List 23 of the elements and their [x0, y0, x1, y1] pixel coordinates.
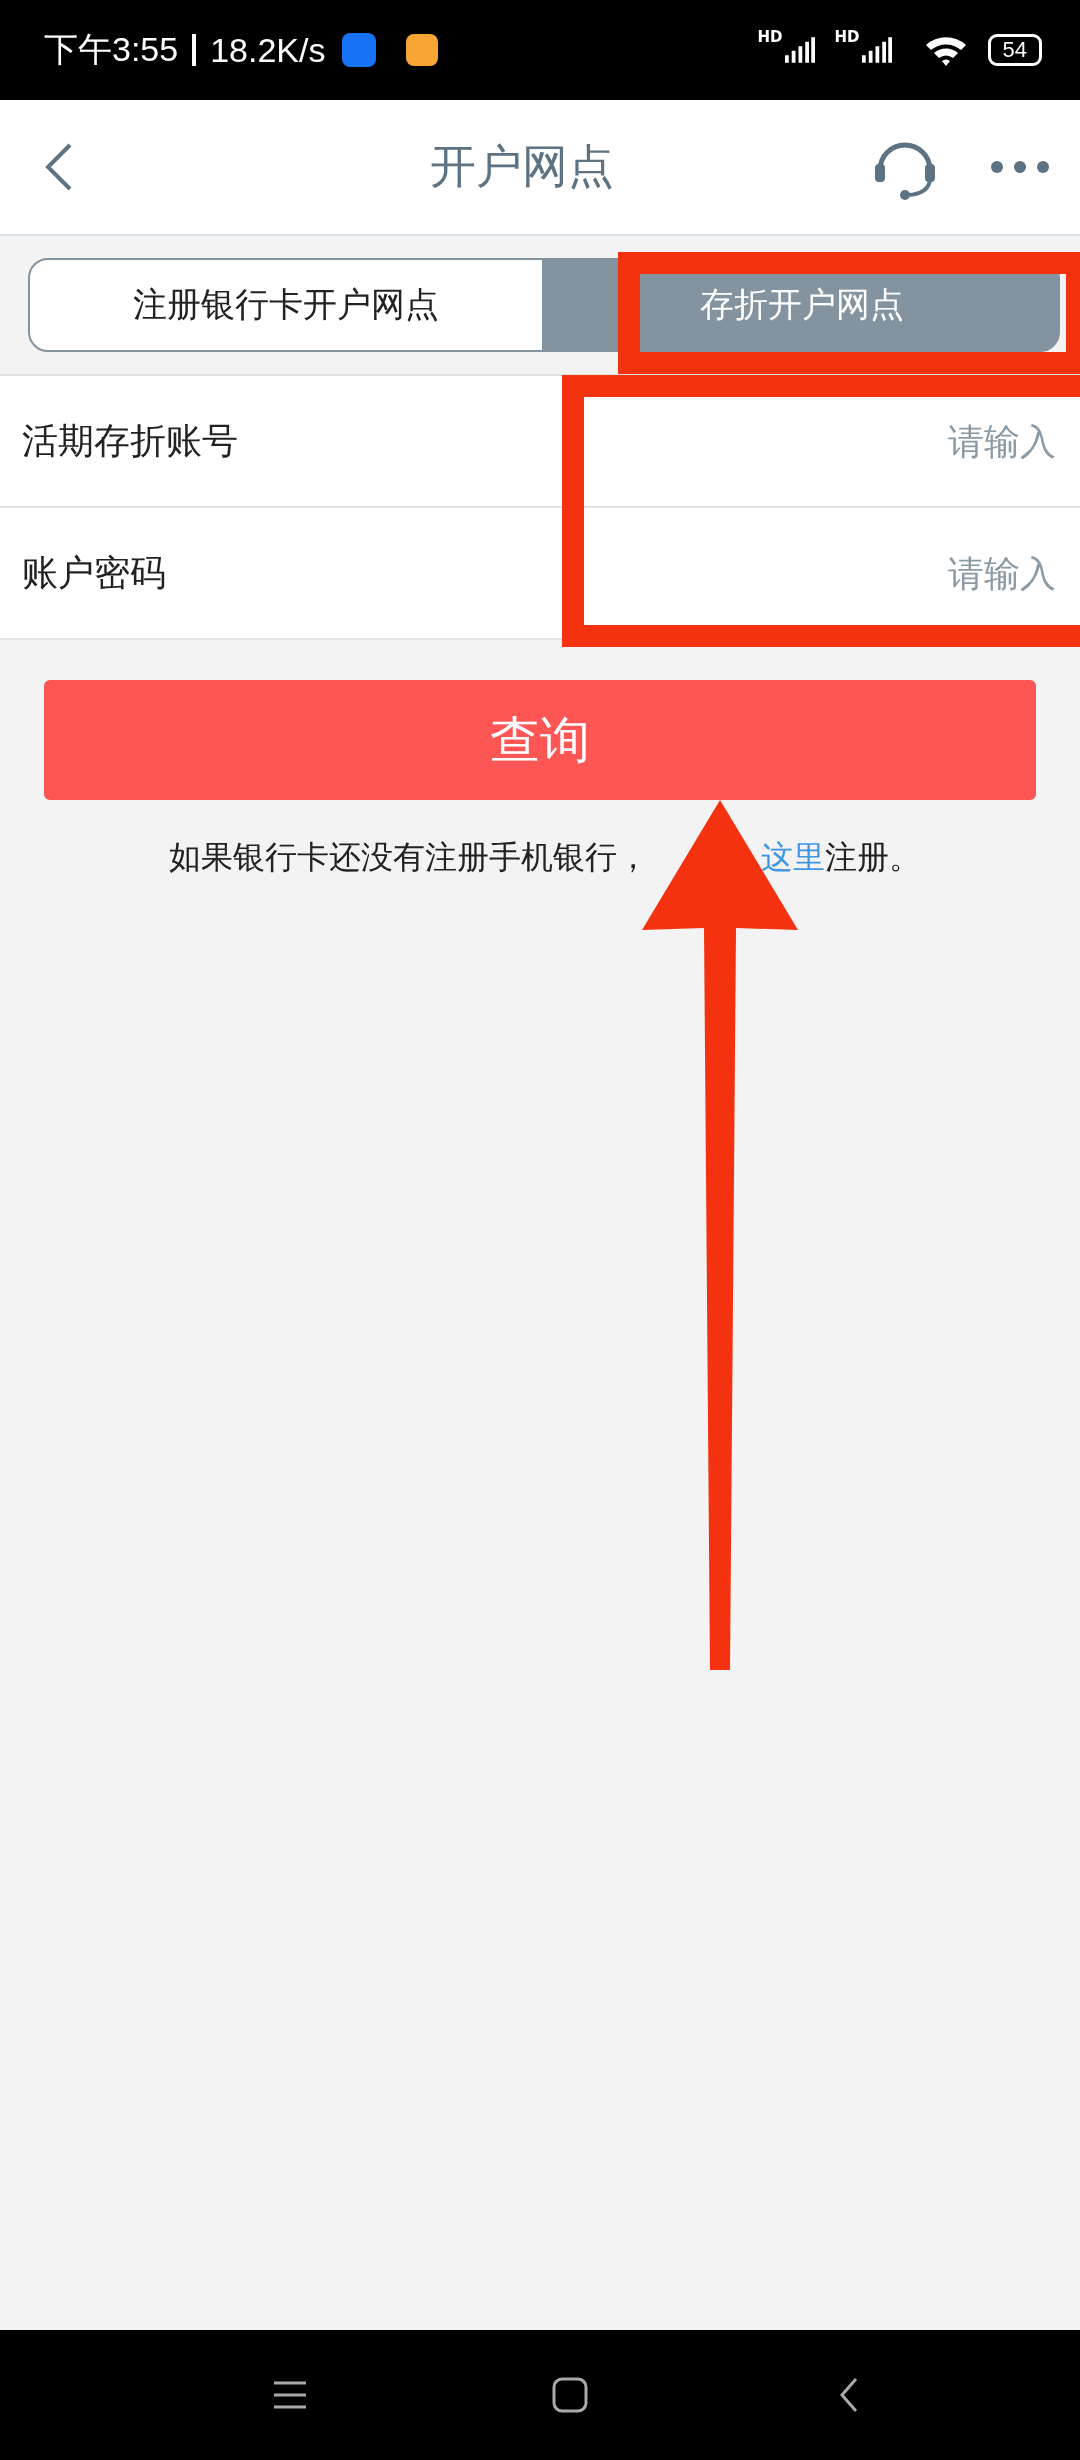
field-label: 活期存折账号 [22, 418, 238, 463]
app-notification-icon [405, 34, 438, 66]
home-icon[interactable] [550, 2375, 590, 2415]
input-field[interactable]: 请输入 [186, 542, 1058, 604]
battery-icon: 54 [987, 34, 1042, 66]
status-time: 下午3:55 [44, 29, 179, 70]
query-button[interactable]: 查询 [44, 680, 1036, 800]
more-icon[interactable] [990, 160, 1050, 174]
separator-icon [192, 34, 197, 66]
page-title: 开户网点 [429, 138, 615, 195]
input-field[interactable]: 请输入 [258, 410, 1058, 472]
back-icon[interactable] [44, 142, 74, 192]
hd-label: HD [757, 28, 783, 46]
field-label: 账户密码 [22, 550, 166, 595]
network-speed: 18.2K/s [210, 30, 326, 70]
signal-icon [861, 37, 892, 63]
signal-icon [784, 37, 815, 63]
tab[interactable]: 注册银行卡开户网点 [28, 258, 544, 352]
hint-text: 如果银行卡还没有注册手机银行， [169, 837, 649, 878]
register-link[interactable]: 这里 [761, 836, 825, 880]
hd-label: HD [834, 28, 860, 46]
hint-text: 注册。 [825, 837, 921, 878]
app-notification-icon [341, 33, 376, 67]
